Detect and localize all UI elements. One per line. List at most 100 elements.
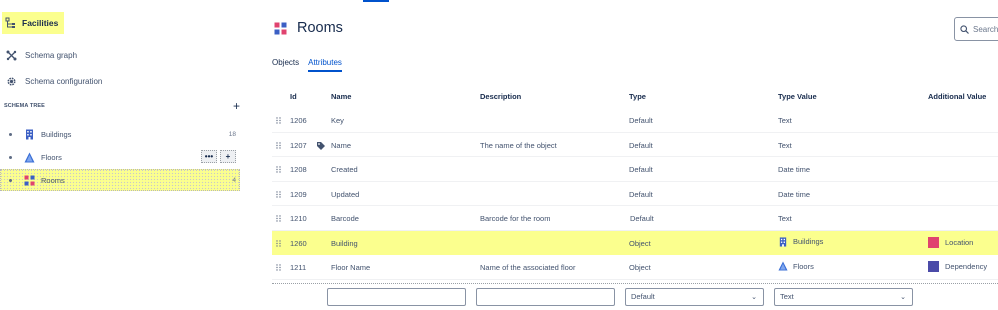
table-row[interactable]: 1206 Key Default Text: [272, 108, 998, 133]
chevron-down-icon: ⌄: [751, 293, 757, 301]
column-description[interactable]: Description: [480, 92, 521, 101]
search-input[interactable]: Search: [954, 17, 998, 41]
type-value-select[interactable]: Text ⌄: [774, 287, 913, 306]
tab-bar: Objects Attributes: [272, 58, 342, 72]
cell-type-value[interactable]: Buildings: [778, 236, 824, 247]
table-header: Id Name Description Type Type Value Addi…: [272, 84, 998, 108]
cell-name: Name: [331, 141, 352, 150]
label-tag-icon: [317, 141, 325, 150]
search-placeholder: Search: [973, 24, 998, 34]
tree-bullet: [9, 178, 12, 182]
attributes-table: Id Name Description Type Type Value Addi…: [272, 84, 998, 310]
cell-name: Floor Name: [331, 263, 371, 272]
tree-item-count: 4: [232, 176, 236, 184]
drag-handle-icon[interactable]: [276, 190, 281, 198]
nav-schema-graph-label: Schema graph: [25, 50, 78, 60]
cell-name: Updated: [331, 189, 360, 199]
add-child-button[interactable]: +: [220, 150, 236, 163]
table-row-highlighted[interactable]: 1260 Building Object Buildings Location: [272, 230, 998, 255]
nav-schema-graph[interactable]: Schema graph: [6, 48, 77, 62]
gear-icon: [7, 76, 16, 86]
dependency-color-swatch: [928, 261, 939, 272]
cell-name-with-icon: Name: [316, 141, 351, 151]
table-row[interactable]: 1211 Floor Name Name of the associated f…: [272, 255, 998, 280]
tab-attributes[interactable]: Attributes: [308, 58, 342, 72]
floors-icon: [24, 152, 35, 162]
additional-value-label: Location: [945, 237, 974, 247]
cell-id: 1211: [290, 263, 307, 272]
drag-handle-icon[interactable]: [276, 264, 281, 271]
sidebar: Facilities Schema graph Schema configura…: [0, 0, 250, 310]
type-select[interactable]: Default ⌄: [625, 287, 764, 306]
tree-bullet: [9, 155, 12, 159]
table-row[interactable]: 1210 Barcode Barcode for the room Defaul…: [272, 206, 998, 231]
cell-description: Name of the associated floor: [480, 263, 576, 272]
schema-tree-label: SCHEMA TREE: [4, 103, 45, 109]
page-title: Rooms: [297, 20, 343, 36]
column-type-value[interactable]: Type Value: [778, 92, 817, 101]
tree-item-label: Rooms: [41, 175, 65, 185]
type-value-label: Buildings: [793, 237, 824, 246]
page-header: Rooms: [274, 20, 343, 36]
schema-tree-icon: [5, 17, 15, 28]
nav-schema-configuration-label: Schema configuration: [25, 76, 103, 86]
rooms-icon: [274, 22, 287, 34]
cell-id: 1210: [290, 214, 307, 223]
tree-bullet: [9, 132, 12, 136]
cell-type: Object: [629, 238, 651, 248]
tree-item-floors[interactable]: Floors ••• +: [0, 146, 240, 168]
drag-handle-icon[interactable]: [276, 215, 281, 222]
drag-handle-icon[interactable]: [276, 239, 281, 247]
building-icon: [26, 129, 33, 139]
nav-schema-configuration[interactable]: Schema configuration: [6, 74, 102, 88]
chevron-down-icon: ⌄: [900, 293, 906, 301]
facilities-header[interactable]: Facilities: [2, 12, 64, 34]
drag-handle-icon[interactable]: [276, 166, 281, 173]
cell-name: Key: [331, 116, 344, 125]
cell-id: 1207: [290, 140, 307, 150]
cell-name: Building: [331, 238, 358, 248]
add-object-type-button[interactable]: +: [233, 100, 240, 112]
column-type[interactable]: Type: [629, 92, 646, 101]
schema-graph-icon: [6, 50, 17, 60]
tab-objects[interactable]: Objects: [272, 58, 299, 72]
type-value-select-value: Text: [780, 292, 794, 301]
floors-icon: [778, 261, 788, 271]
cell-id: 1260: [290, 238, 307, 248]
drag-handle-icon[interactable]: [276, 141, 281, 149]
cell-description: The name of the object: [480, 140, 557, 150]
cell-type: Default: [629, 140, 653, 150]
tree-item-rooms[interactable]: Rooms 4: [0, 169, 240, 191]
cell-type-value: Date time: [778, 165, 811, 174]
table-row[interactable]: 1209 Updated Default Date time: [272, 182, 998, 206]
more-options-button[interactable]: •••: [201, 150, 217, 163]
cell-type: Object: [629, 263, 651, 272]
cell-type-value[interactable]: Floors: [778, 261, 814, 271]
column-additional-value[interactable]: Additional Value: [928, 92, 986, 101]
column-name[interactable]: Name: [331, 92, 351, 101]
type-value-label: Floors: [793, 261, 814, 271]
cell-id: 1209: [290, 189, 307, 199]
search-icon: [960, 24, 969, 34]
tree-item-buildings[interactable]: Buildings 18: [0, 123, 240, 145]
building-icon: [779, 236, 787, 247]
drag-handle-icon[interactable]: [276, 117, 281, 124]
schema-tree-header: SCHEMA TREE +: [4, 100, 240, 112]
cell-type: Default: [629, 116, 653, 125]
cell-id: 1206: [290, 116, 307, 125]
cell-type-value: Text: [778, 214, 792, 223]
cell-description: Barcode for the room: [480, 214, 551, 223]
top-nav-indicator: [363, 0, 389, 2]
cell-name: Created: [331, 165, 358, 174]
new-name-input[interactable]: [327, 287, 466, 306]
cell-type-value: Text: [778, 116, 792, 125]
tree-item-label: Buildings: [41, 129, 72, 139]
table-row[interactable]: 1208 Created Default Date time: [272, 157, 998, 182]
table-row[interactable]: 1207 Name The name of the object Default…: [272, 133, 998, 157]
cell-name: Barcode: [331, 214, 359, 223]
column-id[interactable]: Id: [290, 92, 297, 101]
cell-type-value: Date time: [778, 189, 811, 199]
cell-id: 1208: [290, 165, 307, 174]
cell-type-value: Text: [778, 140, 792, 150]
new-description-input[interactable]: [476, 287, 615, 306]
